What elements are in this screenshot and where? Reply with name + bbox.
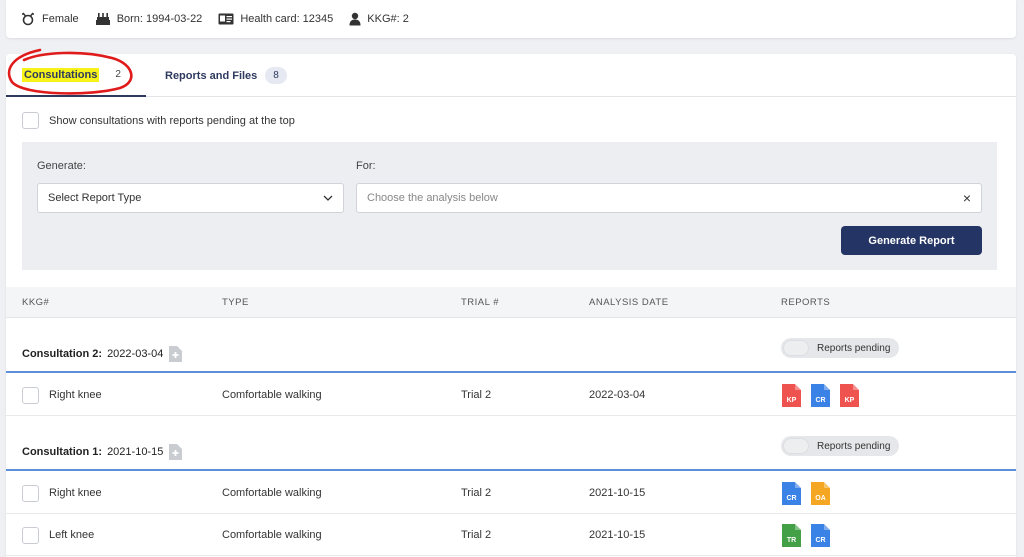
add-file-icon[interactable] — [168, 346, 183, 362]
kkg-value: Right knee — [49, 389, 102, 401]
header-reports: REPORTS — [781, 297, 831, 308]
consultation-date: 2021-10-15 — [107, 446, 164, 458]
kkg-info: KKG#: 2 — [349, 12, 409, 26]
type-cell: Comfortable walking — [222, 389, 322, 401]
consultation-title: Consultation 2: 2022-03-04 — [22, 346, 183, 362]
tab-consultations[interactable]: Consultations 2 — [6, 54, 146, 97]
pending-top-option: Show consultations with reports pending … — [22, 112, 295, 129]
generate-label: Generate: — [37, 160, 86, 172]
report-file-label: KP — [786, 396, 797, 404]
health-card-info: Health card: 12345 — [218, 13, 333, 25]
report-file-label: CR — [786, 494, 797, 502]
born-info: Born: 1994-03-22 — [95, 12, 203, 26]
report-file-icon[interactable]: CR — [811, 523, 830, 547]
report-file-icon[interactable]: CR — [811, 383, 830, 407]
consultation-date: 2022-03-04 — [107, 348, 164, 360]
reports-pending-toggle[interactable]: Reports pending — [781, 338, 899, 358]
user-icon — [349, 12, 361, 26]
consultation-label: Consultation 1: — [22, 446, 103, 458]
table-row: Left knee Comfortable walking Trial 2 20… — [6, 514, 1016, 556]
chevron-down-icon — [323, 195, 333, 201]
table-header: KKG# TYPE TRIAL # ANALYSIS DATE REPORTS — [6, 287, 1016, 318]
reports-cell: CR OA — [782, 472, 830, 514]
table-row: Right knee Comfortable walking Trial 2 2… — [6, 374, 1016, 416]
report-file-icon[interactable]: CR — [782, 481, 801, 505]
type-cell: Comfortable walking — [222, 487, 322, 499]
tab-consultations-label: Consultations — [22, 67, 100, 82]
row-checkbox[interactable] — [22, 526, 39, 544]
trial-cell: Trial 2 — [461, 529, 492, 541]
report-type-select[interactable]: Select Report Type — [37, 183, 344, 213]
for-label: For: — [356, 160, 376, 172]
kkg-cell: Right knee — [22, 472, 102, 514]
clear-icon[interactable]: × — [963, 191, 971, 205]
tab-consultations-count: 2 — [115, 69, 121, 80]
analysis-input[interactable]: Choose the analysis below × — [356, 183, 982, 213]
consultations-panel: Consultations 2 Reports and Files 8 Show… — [6, 48, 1016, 557]
reports-pending-label: Reports pending — [817, 440, 891, 452]
pending-top-checkbox[interactable] — [22, 112, 39, 129]
report-file-label: KP — [844, 396, 855, 404]
sex-info: Female — [20, 12, 79, 26]
reports-pending-toggle[interactable]: Reports pending — [781, 436, 899, 456]
trial-cell: Trial 2 — [461, 389, 492, 401]
reports-pending-label: Reports pending — [817, 342, 891, 354]
health-card-text: Health card: 12345 — [240, 13, 334, 25]
tab-reports-and-files[interactable]: Reports and Files 8 — [165, 54, 305, 97]
report-file-icon[interactable]: OA — [811, 481, 830, 505]
kkg-text: KKG#: 2 — [367, 13, 409, 25]
report-file-icon[interactable]: TR — [782, 523, 801, 547]
date-cell: 2021-10-15 — [589, 487, 646, 499]
date-cell: 2022-03-04 — [589, 389, 646, 401]
report-file-icon[interactable]: KP — [782, 383, 801, 407]
add-file-icon[interactable] — [168, 444, 183, 460]
header-kkg: KKG# — [22, 297, 50, 308]
report-file-label: TR — [786, 536, 797, 544]
table-row: Right knee Comfortable walking Trial 2 2… — [6, 472, 1016, 514]
header-analysis-date: ANALYSIS DATE — [589, 297, 669, 308]
toggle-knob — [783, 340, 809, 356]
kkg-value: Right knee — [49, 487, 102, 499]
generate-report-box: Generate: For: Select Report Type Choose… — [22, 142, 997, 270]
tab-bar: Consultations 2 Reports and Files 8 — [6, 48, 1016, 97]
consultation-group-header: Consultation 1: 2021-10-15 Reports pendi… — [6, 416, 1016, 471]
pending-top-label: Show consultations with reports pending … — [49, 114, 295, 127]
tab-reports-count: 8 — [265, 67, 287, 84]
report-file-label: OA — [815, 494, 826, 502]
trial-cell: Trial 2 — [461, 487, 492, 499]
consultation-title: Consultation 1: 2021-10-15 — [22, 444, 183, 460]
report-file-icon[interactable]: KP — [840, 383, 859, 407]
kkg-value: Left knee — [49, 529, 95, 541]
kkg-cell: Left knee — [22, 514, 94, 556]
consultation-label: Consultation 2: — [22, 348, 103, 360]
toggle-knob — [783, 438, 809, 454]
birthday-cake-icon — [95, 13, 110, 25]
row-checkbox[interactable] — [22, 386, 39, 404]
consultation-group-header: Consultation 2: 2022-03-04 Reports pendi… — [6, 318, 1016, 373]
header-type: TYPE — [222, 297, 249, 308]
female-icon — [22, 12, 34, 26]
reports-cell: TR CR — [782, 514, 830, 556]
analysis-placeholder: Choose the analysis below — [367, 192, 498, 204]
date-cell: 2021-10-15 — [589, 529, 646, 541]
sex-text: Female — [42, 13, 79, 25]
born-text: Born: 1994-03-22 — [116, 13, 203, 25]
id-card-icon — [218, 13, 234, 25]
tab-reports-label: Reports and Files — [165, 69, 258, 82]
row-checkbox[interactable] — [22, 484, 39, 502]
patient-info-bar: Female Born: 1994-03-22 Health card: 123… — [6, 0, 1016, 38]
report-file-label: CR — [815, 536, 826, 544]
report-type-value: Select Report Type — [48, 192, 142, 204]
kkg-cell: Right knee — [22, 374, 102, 416]
type-cell: Comfortable walking — [222, 529, 322, 541]
header-trial: TRIAL # — [461, 297, 499, 308]
report-file-label: CR — [815, 396, 826, 404]
generate-report-button[interactable]: Generate Report — [841, 226, 982, 255]
reports-cell: KP CR KP — [782, 374, 859, 416]
